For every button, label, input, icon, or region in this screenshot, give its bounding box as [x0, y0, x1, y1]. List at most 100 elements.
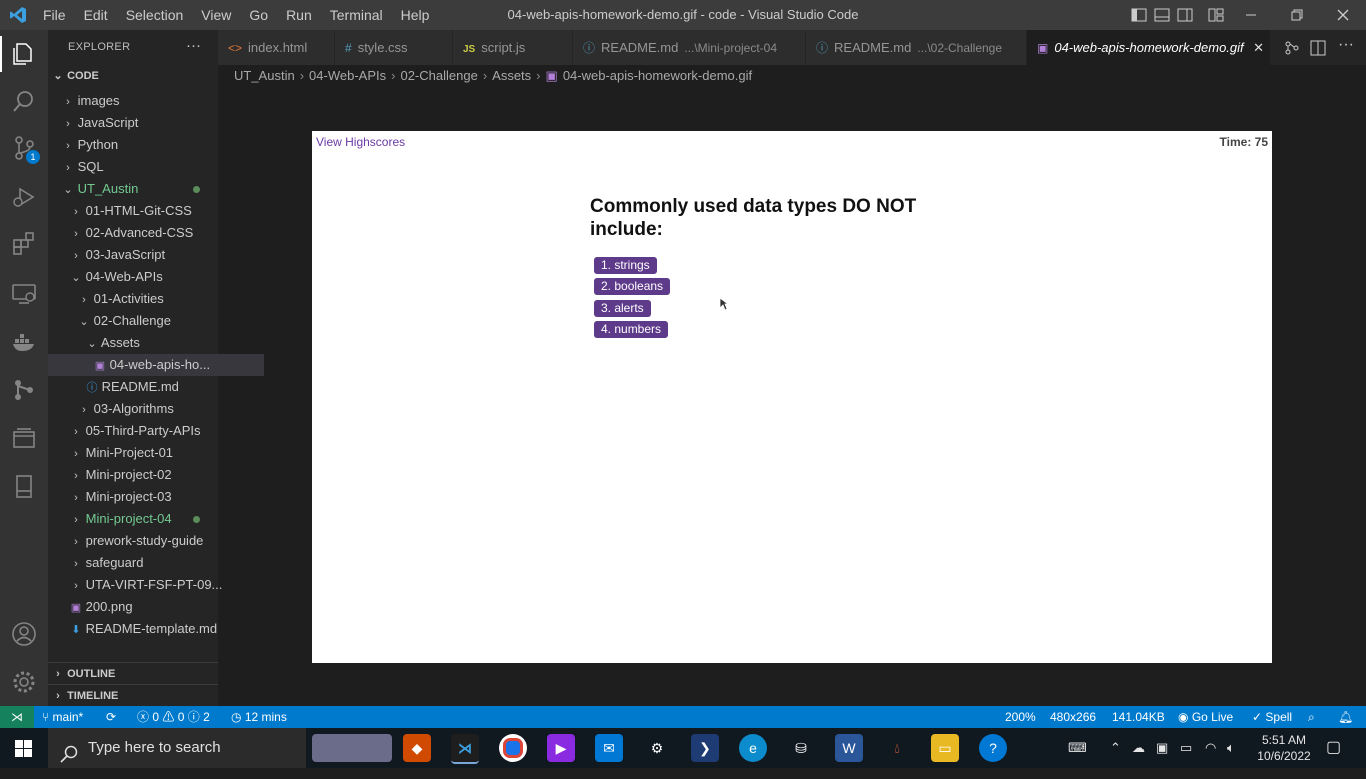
sync-icon[interactable]: ⟳: [106, 706, 116, 728]
customize-layout-icon[interactable]: [1208, 7, 1224, 26]
file-explorer-icon[interactable]: ▭: [931, 734, 959, 762]
tree-item-uta-virt[interactable]: › UTA-VIRT-FSF-PT-09...: [48, 574, 240, 596]
git-branch[interactable]: ⑂ main*: [42, 706, 83, 728]
tree-item-javascript[interactable]: › JavaScript: [48, 112, 232, 134]
notifications-bell-icon[interactable]: 🔔︎: [1338, 706, 1353, 728]
settings-icon[interactable]: ⚙: [643, 734, 671, 762]
spell-check-button[interactable]: ✓ Spell: [1252, 706, 1292, 728]
word-icon[interactable]: W: [835, 734, 863, 762]
design-app-icon[interactable]: ▶: [547, 734, 575, 762]
explorer-icon[interactable]: [8, 38, 40, 70]
tree-item-01-html-git-css[interactable]: › 01-HTML-Git-CSS: [48, 200, 240, 222]
tree-item-sql[interactable]: › SQL: [48, 156, 232, 178]
close-window-button[interactable]: [1320, 0, 1366, 30]
breadcrumb-item[interactable]: Assets: [492, 68, 531, 83]
menu-help[interactable]: Help: [392, 7, 439, 23]
tree-item-mini-project-03[interactable]: › Mini-project-03: [48, 486, 240, 508]
docker-icon[interactable]: [8, 326, 40, 358]
tree-item-mini-project-02[interactable]: › Mini-project-02: [48, 464, 240, 486]
menu-selection[interactable]: Selection: [117, 7, 193, 23]
fluent-app-icon[interactable]: 💧︎: [883, 734, 911, 762]
tree-item-readme[interactable]: ⓘ README.md: [48, 376, 256, 398]
tree-item-assets[interactable]: ⌄ Assets: [48, 332, 256, 354]
timeline-section[interactable]: › TIMELINE: [48, 684, 218, 707]
feedback-icon[interactable]: ⌕: [1308, 706, 1315, 728]
tree-item-prework-study-guide[interactable]: › prework-study-guide: [48, 530, 240, 552]
taskbar-clock[interactable]: 5:51 AM 10/6/2022: [1252, 728, 1316, 772]
windows-start-icon[interactable]: [15, 740, 32, 762]
vscode-taskbar-icon[interactable]: ⋊: [451, 734, 479, 764]
tab-readme-mini-project-04[interactable]: ⓘ README.md ...\Mini-project-04: [573, 30, 806, 65]
menu-terminal[interactable]: Terminal: [321, 7, 392, 23]
menu-file[interactable]: File: [34, 7, 75, 23]
remote-explorer-icon[interactable]: [8, 278, 40, 310]
restore-button[interactable]: [1274, 0, 1320, 30]
device-icon[interactable]: ▣: [1156, 728, 1168, 768]
run-debug-icon[interactable]: [8, 181, 40, 213]
settings-gear-icon[interactable]: [8, 666, 40, 698]
menu-edit[interactable]: Edit: [75, 7, 117, 23]
toggle-primary-sidebar-icon[interactable]: [1131, 7, 1147, 26]
tree-item-python[interactable]: › Python: [48, 134, 232, 156]
tree-item-02-challenge[interactable]: ⌄ 02-Challenge: [48, 310, 248, 332]
workspace-section-header[interactable]: ⌄ CODE: [48, 65, 218, 87]
search-icon[interactable]: [8, 85, 40, 117]
get-help-icon[interactable]: ?: [979, 734, 1007, 762]
outline-section[interactable]: › OUTLINE: [48, 662, 218, 685]
wifi-icon[interactable]: ◠: [1205, 728, 1216, 768]
volume-icon[interactable]: 🔈︎: [1227, 728, 1235, 768]
problems-indicator[interactable]: ⓧ 0 ⚠ 0 ⓘ 2: [137, 706, 210, 728]
breadcrumb-item[interactable]: 02-Challenge: [400, 68, 477, 83]
tab-index-html[interactable]: <> index.html: [218, 30, 335, 65]
tree-item-03-algorithms[interactable]: › 03-Algorithms: [48, 398, 248, 420]
mail-icon[interactable]: ✉: [595, 734, 623, 762]
close-tab-icon[interactable]: ✕: [1253, 30, 1264, 65]
tab-style-css[interactable]: # style.css: [335, 30, 453, 65]
battery-icon[interactable]: ▭: [1180, 728, 1192, 768]
tab-demo-gif[interactable]: ▣ 04-web-apis-homework-demo.gif ✕: [1027, 30, 1271, 65]
powershell-icon[interactable]: ❯: [691, 734, 719, 762]
toggle-panel-icon[interactable]: [1154, 7, 1170, 26]
onedrive-cloud-icon[interactable]: ☁: [1132, 728, 1145, 768]
keyboard-icon[interactable]: ⌨: [1068, 728, 1087, 768]
go-live-button[interactable]: ◉ Go Live: [1178, 706, 1233, 728]
more-actions-icon[interactable]: ···: [186, 37, 201, 54]
show-hidden-icons[interactable]: ⌃: [1110, 728, 1121, 768]
tree-item-02-advanced-css[interactable]: › 02-Advanced-CSS: [48, 222, 240, 244]
tree-item-mini-project-04[interactable]: › Mini-project-04: [48, 508, 240, 530]
chrome-icon[interactable]: [499, 734, 527, 762]
tree-item-mini-project-01[interactable]: › Mini-Project-01: [48, 442, 240, 464]
tree-item-03-javascript[interactable]: › 03-JavaScript: [48, 244, 240, 266]
split-editor-icon[interactable]: [1310, 40, 1326, 61]
extensions-icon[interactable]: [8, 228, 40, 260]
taskbar-search-box[interactable]: Type here to search: [48, 728, 392, 768]
tree-item-readme-template[interactable]: ⬇ README-template.md: [48, 618, 240, 640]
network-drive-icon[interactable]: ⛁: [787, 734, 815, 762]
tree-item-04-web-apis[interactable]: ⌄ 04-Web-APIs: [48, 266, 240, 288]
notification-center-icon[interactable]: ▢: [1326, 728, 1341, 768]
tree-item-200-png[interactable]: ▣ 200.png: [48, 596, 240, 618]
git-tool-icon[interactable]: ◆: [403, 734, 431, 762]
remote-indicator[interactable]: ⋊: [0, 706, 34, 728]
tab-manager-icon[interactable]: [8, 422, 40, 454]
minimize-button[interactable]: [1228, 0, 1274, 30]
notebook-icon[interactable]: [8, 470, 40, 502]
menu-go[interactable]: Go: [240, 7, 277, 23]
zoom-level[interactable]: 200%: [1005, 706, 1036, 728]
tree-item-05-third-party-apis[interactable]: › 05-Third-Party-APIs: [48, 420, 240, 442]
tree-item-images[interactable]: › images: [48, 90, 232, 112]
tree-item-01-activities[interactable]: › 01-Activities: [48, 288, 248, 310]
edge-icon[interactable]: e: [739, 734, 767, 762]
more-editor-actions-icon[interactable]: ···: [1338, 36, 1354, 54]
breadcrumb-item[interactable]: 04-Web-APIs: [309, 68, 386, 83]
breadcrumb-item[interactable]: 04-web-apis-homework-demo.gif: [563, 68, 752, 83]
tree-item-demo-gif[interactable]: ▣ 04-web-apis-ho...: [48, 354, 264, 376]
menu-view[interactable]: View: [192, 7, 240, 23]
toggle-secondary-sidebar-icon[interactable]: [1177, 7, 1193, 26]
wakatime[interactable]: ◷ 12 mins: [231, 706, 287, 728]
accounts-icon[interactable]: [8, 618, 40, 650]
git-graph-icon[interactable]: [8, 374, 40, 406]
menu-run[interactable]: Run: [277, 7, 321, 23]
tree-item-safeguard[interactable]: › safeguard: [48, 552, 240, 574]
source-control-icon[interactable]: 1: [8, 132, 40, 164]
